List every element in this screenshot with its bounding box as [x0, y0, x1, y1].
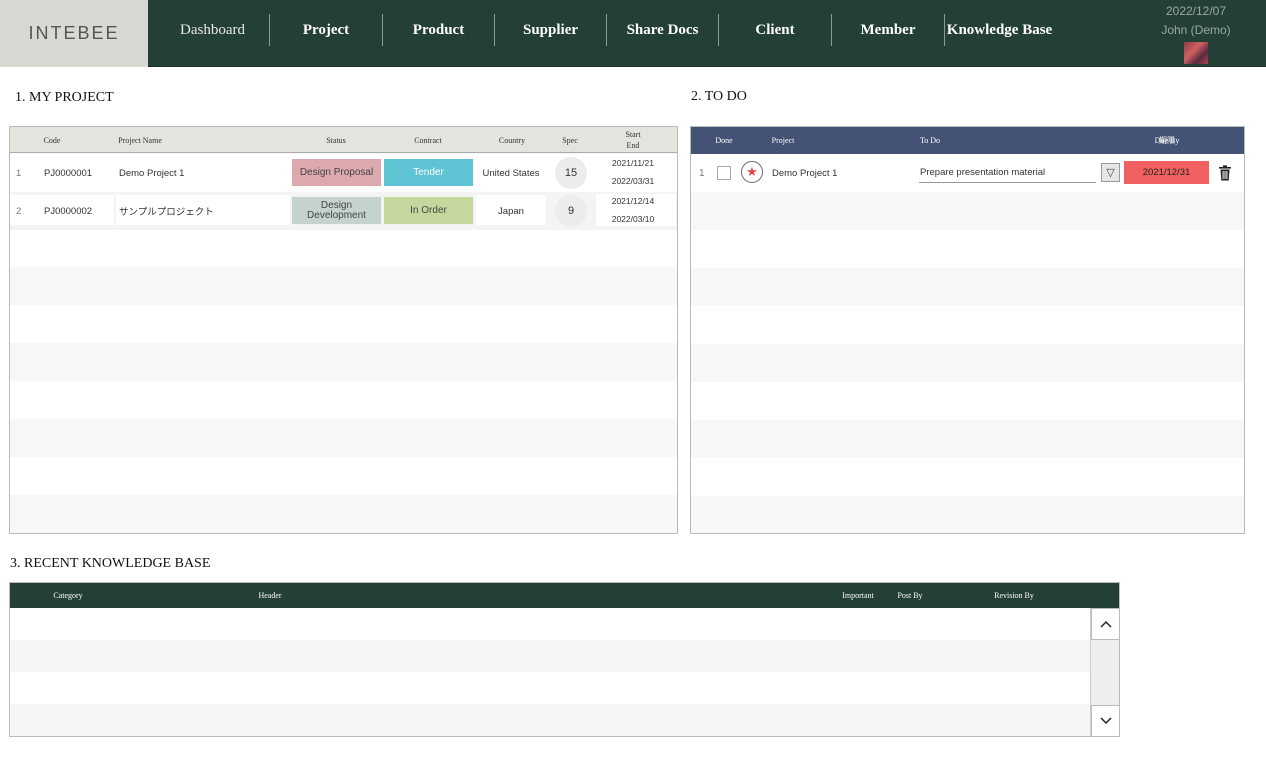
knowledge-base-title: 3. RECENT KNOWLEDGE BASE	[10, 556, 211, 571]
country: Japan	[498, 205, 524, 217]
start-date: 2021/12/14	[611, 196, 655, 206]
knowledge-scrollbar[interactable]	[1090, 608, 1119, 736]
col-spec[interactable]: Spec	[555, 127, 585, 153]
col-important[interactable]: Important	[838, 583, 878, 608]
col-start-end[interactable]: Start End	[603, 127, 663, 153]
col-country[interactable]: Country	[482, 127, 542, 153]
user-info: 2022/12/07 John (Demo)	[1156, 2, 1236, 64]
nav-member[interactable]: Member	[832, 14, 944, 46]
main-nav: Dashboard Project Product Supplier Share…	[156, 14, 1054, 46]
col-project-name[interactable]: Project Name	[110, 127, 170, 153]
todo-header: Done Project To Do Due By 期限	[691, 127, 1244, 154]
col-end: End	[626, 141, 640, 150]
contract-badge[interactable]: Tender	[384, 159, 473, 186]
col-start: Start	[625, 130, 641, 139]
my-project-title: 1. MY PROJECT	[15, 90, 114, 105]
nav-knowledge-base[interactable]: Knowledge Base	[944, 14, 1054, 46]
status-badge[interactable]: Design Development	[292, 197, 381, 224]
nav-supplier[interactable]: Supplier	[495, 14, 607, 46]
knowledge-header: Category Header Important Post By Revisi…	[10, 583, 1119, 608]
table-row[interactable]: 1 PJ0000001 Demo Project 1 Design Propos…	[10, 154, 677, 192]
done-checkbox[interactable]	[717, 166, 731, 180]
nav-share-docs[interactable]: Share Docs	[607, 14, 719, 46]
country: United States	[482, 167, 540, 179]
start-date: 2021/11/21	[612, 158, 654, 168]
col-status[interactable]: Status	[306, 127, 366, 153]
project-name[interactable]: サンプルプロジェクト	[119, 192, 214, 230]
due-date-badge[interactable]: 2021/12/31	[1124, 161, 1209, 184]
current-date: 2022/12/07	[1165, 4, 1227, 18]
project-code[interactable]: PJ0000002	[44, 192, 92, 230]
todo-text-input[interactable]	[919, 163, 1096, 183]
top-navigation-bar: INTEBEE Dashboard Project Product Suppli…	[0, 0, 1266, 67]
col-category[interactable]: Category	[48, 583, 88, 608]
nav-project[interactable]: Project	[270, 14, 383, 46]
project-name[interactable]: Demo Project 1	[119, 154, 184, 192]
end-date: 2022/03/31	[611, 176, 655, 186]
app-logo[interactable]: INTEBEE	[0, 0, 148, 67]
col-todo[interactable]: To Do	[917, 127, 943, 153]
trash-icon[interactable]	[1218, 165, 1232, 181]
table-row[interactable]: 2 PJ0000002 サンプルプロジェクト Design Developmen…	[10, 192, 677, 230]
avatar[interactable]	[1184, 42, 1208, 64]
col-done[interactable]: Done	[711, 127, 737, 153]
col-code[interactable]: Code	[32, 127, 72, 153]
col-header[interactable]: Header	[254, 583, 286, 608]
nav-client[interactable]: Client	[719, 14, 832, 46]
scroll-up-icon[interactable]	[1091, 608, 1119, 640]
knowledge-base-table: Category Header Important Post By Revisi…	[9, 582, 1120, 737]
todo-table: Done Project To Do Due By 期限 1 ★ Demo Pr…	[690, 126, 1245, 534]
nav-product[interactable]: Product	[383, 14, 495, 46]
row-number: 1	[16, 167, 22, 179]
spec-count[interactable]: 15	[555, 157, 587, 189]
my-project-table: Code Project Name Status Contract Countr…	[9, 126, 678, 534]
scroll-down-icon[interactable]	[1091, 705, 1119, 736]
end-date: 2022/03/10	[611, 214, 655, 224]
user-name[interactable]: John (Demo)	[1156, 21, 1236, 40]
status-badge[interactable]: Design Proposal	[292, 159, 381, 186]
col-contract[interactable]: Contract	[398, 127, 458, 153]
col-project[interactable]: Project	[768, 127, 798, 153]
project-code[interactable]: PJ0000001	[44, 154, 92, 192]
row-number: 2	[16, 205, 22, 217]
spec-count[interactable]: 9	[555, 195, 587, 227]
col-revision-by[interactable]: Revision By	[990, 583, 1038, 608]
todo-dropdown-icon[interactable]: ▽	[1101, 163, 1120, 182]
my-project-header: Code Project Name Status Contract Countr…	[10, 127, 677, 153]
col-due-by[interactable]: Due By 期限	[1147, 127, 1187, 153]
contract-badge[interactable]: In Order	[384, 197, 473, 224]
todo-row-number: 1	[699, 167, 705, 179]
nav-dashboard[interactable]: Dashboard	[156, 14, 270, 46]
important-star-icon[interactable]: ★	[741, 161, 763, 183]
todo-project[interactable]: Demo Project 1	[772, 154, 837, 192]
col-post-by[interactable]: Post By	[894, 583, 926, 608]
todo-title: 2. TO DO	[691, 89, 747, 104]
